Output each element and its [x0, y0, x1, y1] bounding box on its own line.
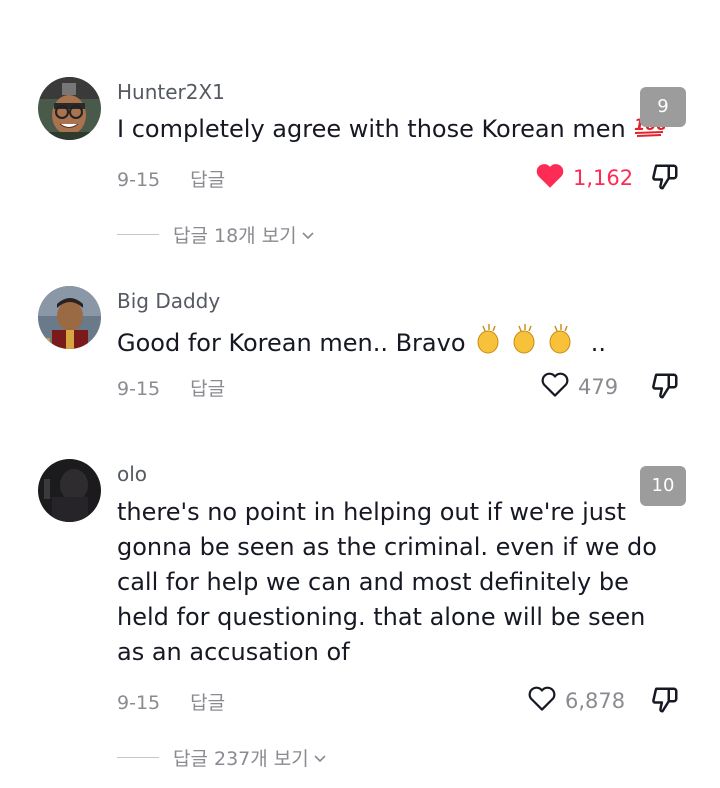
reply-button[interactable]: 답글 [190, 378, 225, 400]
like-button[interactable]: 6,878 [527, 685, 625, 717]
thumbs-down-icon [650, 164, 680, 196]
comment-text-body: Good for Korean men.. Bravo [117, 329, 466, 357]
avatar[interactable] [38, 77, 101, 140]
thumbs-down-icon [650, 373, 680, 405]
dislike-button[interactable] [650, 162, 680, 196]
comment-date: 9-15 [117, 169, 161, 191]
comment-meta: 9-15 답글 [117, 374, 225, 401]
view-replies-link[interactable]: 답글 237개 보기 [117, 744, 327, 771]
comment-date: 9-15 [117, 378, 161, 400]
divider-line [117, 234, 159, 235]
view-replies-link[interactable]: 답글 18개 보기 [117, 221, 315, 248]
like-button[interactable]: 1,162 [535, 162, 633, 194]
heart-filled-icon [535, 162, 573, 194]
comment-date: 9-15 [117, 692, 161, 714]
avatar-image [38, 286, 101, 349]
comment-username[interactable]: olo [117, 462, 147, 486]
comment-meta: 9-15 답글 [117, 165, 225, 192]
avatar-image [38, 459, 101, 522]
avatar[interactable] [38, 459, 101, 522]
like-count: 1,162 [573, 166, 634, 190]
avatar[interactable] [38, 286, 101, 349]
comment-text-body: I completely agree with those Korean men [117, 115, 626, 143]
chevron-down-icon [313, 747, 327, 769]
view-replies-label: 답글 18개 보기 [173, 225, 297, 247]
like-count: 479 [578, 375, 619, 399]
like-button[interactable]: 479 [540, 371, 618, 403]
comment-username[interactable]: Hunter2X1 [117, 80, 225, 104]
reply-button[interactable]: 답글 [190, 692, 225, 714]
heart-outline-icon [527, 685, 565, 717]
divider-line [117, 757, 159, 758]
view-replies-label: 답글 237개 보기 [173, 748, 309, 770]
comment-meta: 9-15 답글 [117, 688, 225, 715]
thumbs-down-icon [650, 687, 680, 719]
like-count: 6,878 [565, 689, 626, 713]
comment-text: I completely agree with those Korean men… [117, 112, 668, 148]
avatar-image [38, 77, 101, 140]
comment-text: Good for Korean men.. Bravo .. [117, 322, 667, 366]
comment-username[interactable]: Big Daddy [117, 289, 220, 313]
clapping-hands-icon [473, 322, 583, 366]
reply-button[interactable]: 답글 [190, 169, 225, 191]
page-badge: 9 [640, 87, 686, 127]
chevron-down-icon [301, 224, 315, 246]
comment-text-suffix: .. [590, 329, 607, 357]
heart-outline-icon [540, 371, 578, 403]
comment-text: there's no point in helping out if we're… [117, 498, 657, 666]
dislike-button[interactable] [650, 371, 680, 405]
dislike-button[interactable] [650, 685, 680, 719]
